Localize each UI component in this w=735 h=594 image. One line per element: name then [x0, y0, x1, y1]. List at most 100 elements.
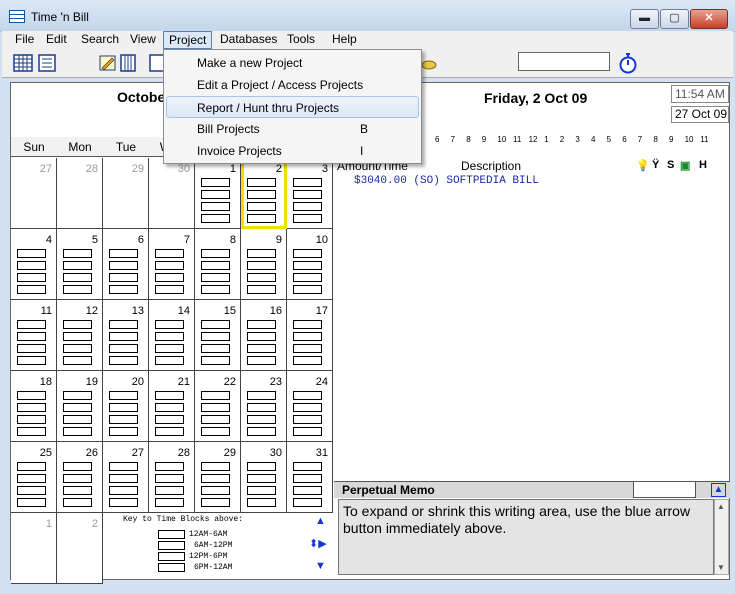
time-block[interactable]	[201, 320, 230, 329]
menu-help[interactable]: Help	[327, 31, 362, 49]
time-block[interactable]	[201, 285, 230, 294]
time-block[interactable]	[109, 249, 138, 258]
calendar-day-cell[interactable]: 28	[57, 158, 103, 229]
time-block[interactable]	[293, 178, 322, 187]
calendar-day-cell[interactable]: 31	[287, 442, 333, 513]
lightbulb-icon[interactable]: 💡	[636, 159, 650, 172]
calendar-day-cell[interactable]: 13	[103, 300, 149, 371]
time-block[interactable]	[17, 320, 46, 329]
calendar-day-cell[interactable]: 8	[195, 229, 241, 300]
time-block[interactable]	[155, 320, 184, 329]
time-block[interactable]	[247, 190, 276, 199]
time-block[interactable]	[63, 486, 92, 495]
time-block[interactable]	[293, 391, 322, 400]
s-icon[interactable]: S	[667, 159, 674, 171]
calendar-day-cell[interactable]: 22	[195, 371, 241, 442]
close-button[interactable]: ✕	[690, 9, 728, 29]
calendar-day-cell[interactable]: 26	[57, 442, 103, 513]
time-block[interactable]	[63, 474, 92, 483]
time-block[interactable]	[293, 403, 322, 412]
time-block[interactable]	[17, 391, 46, 400]
time-block[interactable]	[293, 190, 322, 199]
calendar-day-cell[interactable]: 28	[149, 442, 195, 513]
calendar-day-cell[interactable]: 2	[57, 513, 103, 584]
time-block[interactable]	[155, 332, 184, 341]
time-block[interactable]	[201, 190, 230, 199]
time-block[interactable]	[63, 320, 92, 329]
filter-icon[interactable]: Ÿ	[652, 159, 659, 171]
time-block[interactable]	[201, 356, 230, 365]
time-block[interactable]	[155, 391, 184, 400]
color-box-icon[interactable]: ▣	[680, 159, 690, 172]
time-block[interactable]	[109, 356, 138, 365]
time-block[interactable]	[201, 261, 230, 270]
time-block[interactable]	[63, 403, 92, 412]
time-block[interactable]	[109, 415, 138, 424]
calendar-day-cell[interactable]: 18	[11, 371, 57, 442]
time-block[interactable]	[293, 249, 322, 258]
time-block[interactable]	[247, 356, 276, 365]
time-block[interactable]	[293, 462, 322, 471]
calendar-day-cell[interactable]: 25	[11, 442, 57, 513]
time-block[interactable]	[63, 261, 92, 270]
calendar-day-cell[interactable]: 11	[11, 300, 57, 371]
time-block[interactable]	[109, 391, 138, 400]
time-block[interactable]	[63, 273, 92, 282]
time-block[interactable]	[17, 273, 46, 282]
time-block[interactable]	[201, 498, 230, 507]
menu-item-report-projects[interactable]: Report / Hunt thru Projects	[166, 96, 419, 118]
time-block[interactable]	[293, 261, 322, 270]
time-block[interactable]	[293, 356, 322, 365]
calendar-day-cell[interactable]: 24	[287, 371, 333, 442]
scroll-down-arrow-icon[interactable]: ▼	[315, 560, 326, 572]
time-block[interactable]	[247, 427, 276, 436]
time-block[interactable]	[63, 391, 92, 400]
calendar-day-cell[interactable]: 30	[149, 158, 195, 229]
time-block[interactable]	[201, 214, 230, 223]
time-block[interactable]	[155, 273, 184, 282]
time-block[interactable]	[63, 415, 92, 424]
menu-tools[interactable]: Tools	[282, 31, 320, 49]
time-block[interactable]	[17, 427, 46, 436]
time-block[interactable]	[293, 427, 322, 436]
time-block[interactable]	[17, 356, 46, 365]
time-block[interactable]	[293, 498, 322, 507]
time-block[interactable]	[109, 498, 138, 507]
calendar-day-cell[interactable]: 4	[11, 229, 57, 300]
time-block[interactable]	[201, 344, 230, 353]
time-block[interactable]	[155, 498, 184, 507]
menu-item-edit-project[interactable]: Edit a Project / Access Projects	[164, 74, 421, 96]
time-block[interactable]	[293, 332, 322, 341]
time-block[interactable]	[247, 202, 276, 211]
time-block[interactable]	[63, 356, 92, 365]
time-block[interactable]	[63, 249, 92, 258]
time-block[interactable]	[201, 273, 230, 282]
time-block[interactable]	[17, 332, 46, 341]
time-block[interactable]	[155, 261, 184, 270]
time-block[interactable]	[17, 474, 46, 483]
time-block[interactable]	[293, 320, 322, 329]
menu-view[interactable]: View	[125, 31, 161, 49]
calendar-day-cell[interactable]: 29	[195, 442, 241, 513]
time-block[interactable]	[247, 214, 276, 223]
time-block[interactable]	[201, 462, 230, 471]
time-block[interactable]	[155, 427, 184, 436]
stopwatch-icon[interactable]	[618, 52, 638, 74]
time-block[interactable]	[63, 344, 92, 353]
memo-text-area[interactable]: To expand or shrink this writing area, u…	[338, 499, 714, 575]
time-block[interactable]	[17, 261, 46, 270]
time-block[interactable]	[247, 403, 276, 412]
time-block[interactable]	[155, 249, 184, 258]
memo-expand-arrow-icon[interactable]: ▲	[711, 483, 726, 497]
toolbar-time-field[interactable]	[518, 52, 610, 71]
menu-databases[interactable]: Databases	[215, 31, 282, 49]
time-block[interactable]	[155, 403, 184, 412]
calendar-day-cell[interactable]: 19	[57, 371, 103, 442]
money-icon[interactable]	[419, 53, 439, 73]
calendar-day-cell[interactable]: 3	[287, 158, 333, 229]
calendar-day-cell[interactable]: 14	[149, 300, 195, 371]
time-block[interactable]	[155, 356, 184, 365]
time-block[interactable]	[293, 202, 322, 211]
time-block[interactable]	[109, 285, 138, 294]
time-block[interactable]	[155, 486, 184, 495]
